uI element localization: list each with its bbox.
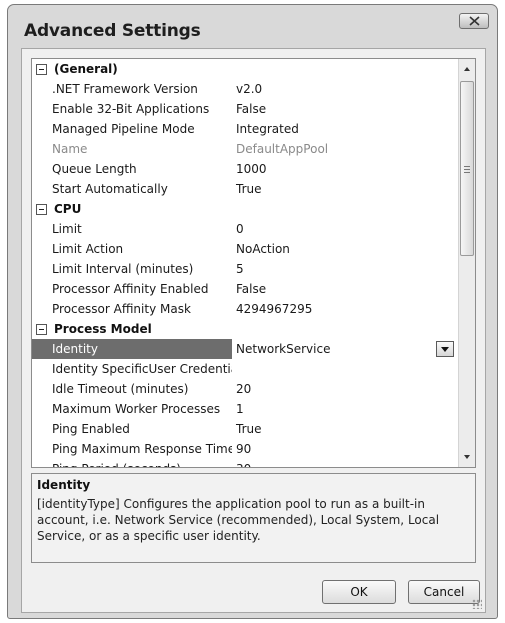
description-title: Identity xyxy=(37,478,91,492)
category-label: CPU xyxy=(54,202,82,216)
advanced-settings-dialog: Advanced Settings (General) .NET Framewo… xyxy=(7,4,498,619)
dropdown-arrow-icon[interactable] xyxy=(436,341,454,357)
category-cpu[interactable]: CPU xyxy=(32,199,458,219)
grip-line xyxy=(464,169,470,170)
property-row[interactable]: Managed Pipeline Mode Integrated xyxy=(32,119,458,139)
property-row[interactable]: Idle Timeout (minutes) 20 xyxy=(32,379,458,399)
category-general[interactable]: (General) xyxy=(32,59,458,79)
property-name: Limit xyxy=(52,222,82,236)
property-row[interactable]: Limit Action NoAction xyxy=(32,239,458,259)
property-name: Processor Affinity Mask xyxy=(52,302,191,316)
property-value[interactable]: 1000 xyxy=(232,159,458,179)
property-row[interactable]: Processor Affinity Mask 4294967295 xyxy=(32,299,458,319)
property-row[interactable]: .NET Framework Version v2.0 xyxy=(32,79,458,99)
property-row[interactable]: Identity SpecificUser Credentials xyxy=(32,359,458,379)
property-value: DefaultAppPool xyxy=(236,142,329,156)
close-button[interactable] xyxy=(459,13,489,29)
scroll-up-icon[interactable] xyxy=(464,67,470,71)
property-value[interactable]: True xyxy=(232,179,458,199)
property-value[interactable]: 90 xyxy=(232,439,458,459)
property-value[interactable]: 5 xyxy=(232,259,458,279)
property-row-selected[interactable]: Identity NetworkService xyxy=(32,339,458,359)
property-name: Identity SpecificUser Credentials xyxy=(52,362,232,376)
description-text: [identityType] Configures the applicatio… xyxy=(37,497,440,543)
property-value[interactable]: True xyxy=(232,419,458,439)
property-value: NetworkService xyxy=(236,342,331,356)
scrollbar-thumb[interactable] xyxy=(460,81,474,256)
property-name: Maximum Worker Processes xyxy=(52,402,221,416)
property-name: Managed Pipeline Mode xyxy=(52,122,195,136)
property-row[interactable]: Limit Interval (minutes) 5 xyxy=(32,259,458,279)
property-name: Limit Action xyxy=(52,242,124,256)
grip-line xyxy=(464,172,470,173)
category-label: Process Model xyxy=(54,322,152,336)
property-name: Enable 32-Bit Applications xyxy=(52,102,210,116)
property-value[interactable]: 20 xyxy=(232,379,458,399)
vertical-scrollbar[interactable] xyxy=(458,59,475,467)
property-value[interactable]: v2.0 xyxy=(232,79,458,99)
property-row-readonly[interactable]: Name DefaultAppPool xyxy=(32,139,458,159)
collapse-icon[interactable] xyxy=(36,323,47,335)
property-value[interactable] xyxy=(232,359,458,379)
resize-grip-icon[interactable] xyxy=(472,599,482,609)
property-name: Ping Period (seconds) xyxy=(32,459,232,467)
ok-button[interactable]: OK xyxy=(322,580,396,604)
property-name: Ping Enabled xyxy=(52,422,130,436)
property-row[interactable]: Processor Affinity Enabled False xyxy=(32,279,458,299)
collapse-icon[interactable] xyxy=(36,203,47,215)
property-value[interactable]: 4294967295 xyxy=(232,299,458,319)
property-name: Queue Length xyxy=(52,162,137,176)
property-row[interactable]: Ping Maximum Response Time (se90 xyxy=(32,439,458,459)
property-name: Processor Affinity Enabled xyxy=(52,282,209,296)
property-row[interactable]: Start Automatically True xyxy=(32,179,458,199)
dialog-content: (General) .NET Framework Version v2.0 Ena… xyxy=(21,48,486,613)
property-row[interactable]: Ping Period (seconds)30 xyxy=(32,459,458,467)
property-name: .NET Framework Version xyxy=(52,82,198,96)
dialog-title: Advanced Settings xyxy=(24,21,201,41)
property-value[interactable]: 30 xyxy=(232,459,458,467)
cancel-button[interactable]: Cancel xyxy=(408,580,480,604)
property-value[interactable]: 1 xyxy=(232,399,458,419)
property-value[interactable]: False xyxy=(232,99,458,119)
close-icon xyxy=(469,16,480,26)
property-row[interactable]: Maximum Worker Processes 1 xyxy=(32,399,458,419)
identity-dropdown[interactable]: NetworkService xyxy=(232,339,458,359)
property-row[interactable]: Enable 32-Bit Applications False xyxy=(32,99,458,119)
property-name: Start Automatically xyxy=(52,182,168,196)
category-label: (General) xyxy=(54,62,118,76)
property-grid: (General) .NET Framework Version v2.0 Ena… xyxy=(31,58,476,468)
property-row[interactable]: Ping Enabled True xyxy=(32,419,458,439)
property-row[interactable]: Queue Length 1000 xyxy=(32,159,458,179)
property-value[interactable]: 0 xyxy=(232,219,458,239)
property-name: Identity xyxy=(32,339,232,359)
property-name: Name xyxy=(52,142,88,156)
description-panel: Identity [identityType] Configures the a… xyxy=(31,473,476,563)
property-value[interactable]: Integrated xyxy=(232,119,458,139)
grip-line xyxy=(464,166,470,167)
property-name: Limit Interval (minutes) xyxy=(52,262,194,276)
property-name: Ping Maximum Response Time (se xyxy=(52,442,232,456)
property-name: Idle Timeout (minutes) xyxy=(52,382,189,396)
property-row[interactable]: Limit 0 xyxy=(32,219,458,239)
scroll-down-icon[interactable] xyxy=(464,455,470,459)
title-bar: Advanced Settings xyxy=(8,5,497,45)
property-value[interactable]: NoAction xyxy=(232,239,458,259)
category-process-model[interactable]: Process Model xyxy=(32,319,458,339)
collapse-icon[interactable] xyxy=(36,63,47,75)
property-value[interactable]: False xyxy=(232,279,458,299)
